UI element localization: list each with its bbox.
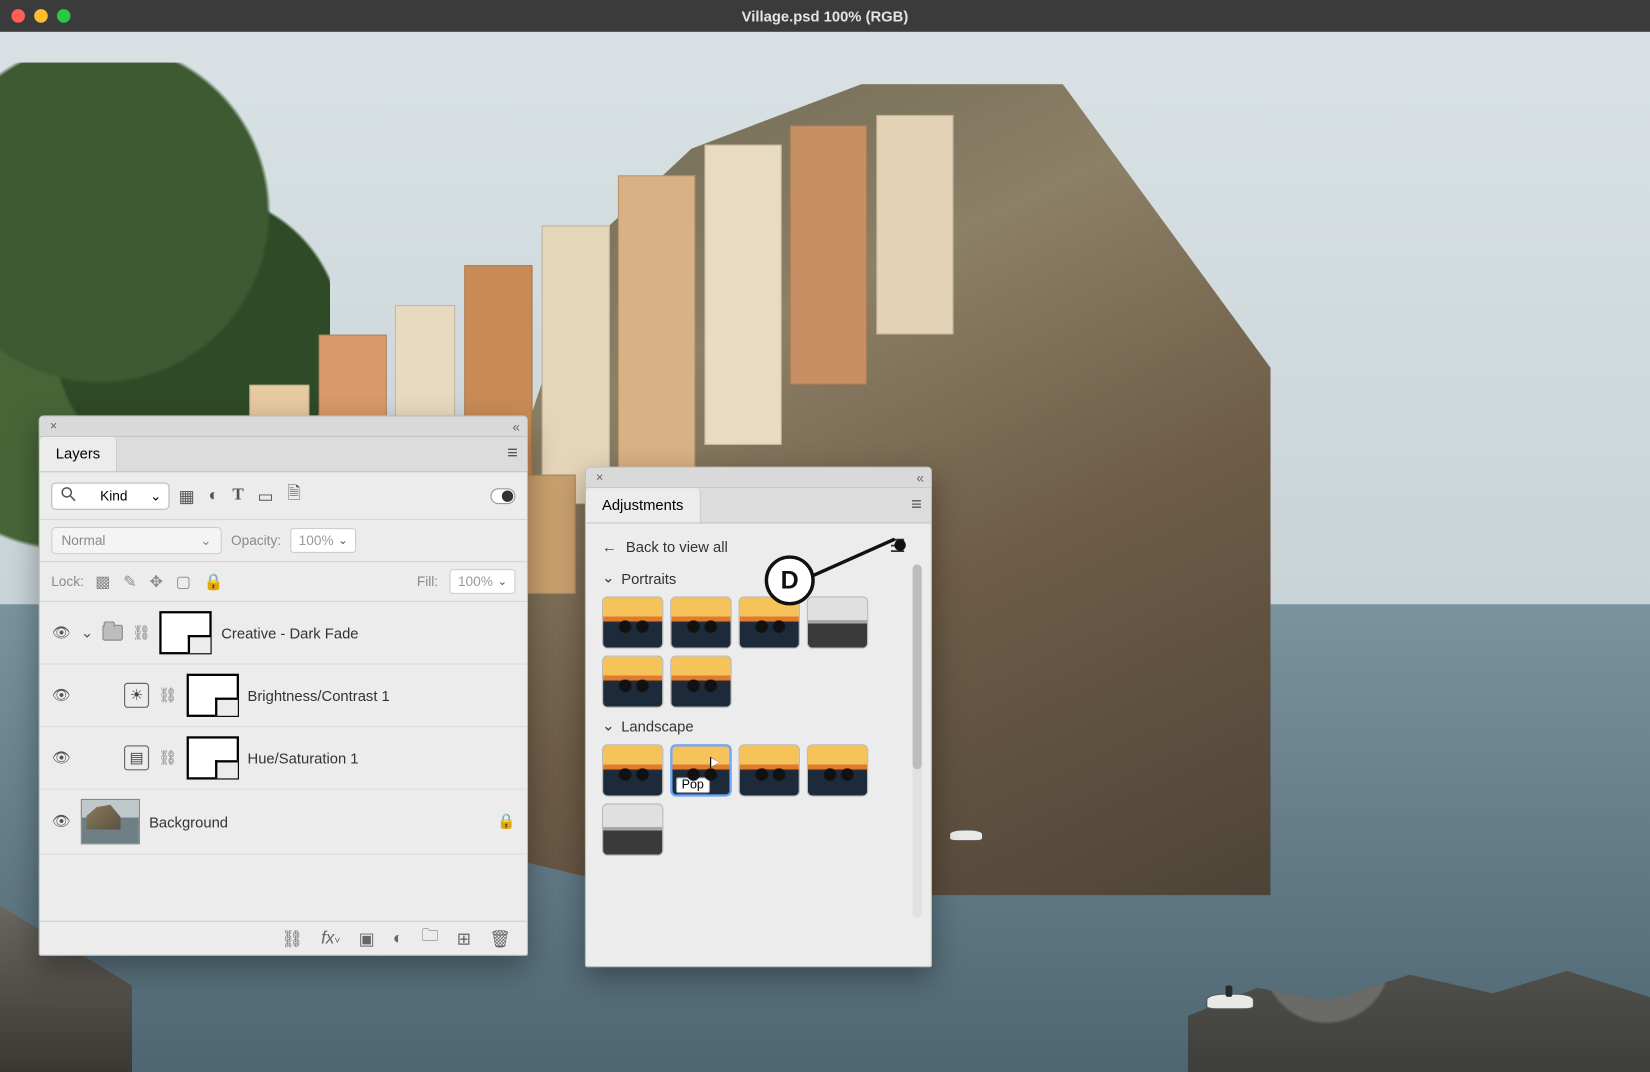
lock-label: Lock: (51, 574, 84, 590)
layers-panel[interactable]: × « Layers ≡ Kind ⌄ ▦ ◐ T ▭ 🗎 (39, 415, 528, 956)
callout-badge: D (765, 555, 815, 605)
layer-mask-thumb[interactable] (160, 611, 212, 654)
blend-mode-select[interactable]: Normal ⌄ (51, 527, 222, 554)
scrollbar[interactable] (913, 564, 922, 917)
opacity-input[interactable]: 100%⌄ (290, 528, 356, 553)
adjustments-panel[interactable]: × « Adjustments ≡ ← Back to view all ☰ ⌄… (585, 467, 932, 968)
new-group-icon[interactable]: 🗀 (421, 924, 438, 952)
preset-section-header[interactable]: ⌄ Landscape (602, 717, 906, 735)
layer-row-group[interactable]: 👁 ⌄ ⛓ Creative - Dark Fade (40, 602, 527, 665)
cursor-icon (710, 757, 719, 768)
lock-all-icon[interactable]: 🔒 (204, 572, 224, 590)
layers-footer: ⛓ fx˅ ▣ ◐ 🗀 ⊞ 🗑 (40, 921, 527, 955)
panel-menu-icon[interactable]: ≡ (498, 439, 527, 469)
layer-name[interactable]: Background (149, 813, 228, 830)
new-layer-icon[interactable]: ⊞ (457, 928, 471, 948)
fill-label: Fill: (417, 574, 438, 590)
layer-mask-thumb[interactable] (186, 674, 238, 717)
lock-transparent-icon[interactable]: ▩ (95, 572, 110, 590)
link-layers-icon[interactable]: ⛓ (281, 928, 303, 948)
layer-mask-thumb[interactable] (186, 736, 238, 779)
layer-row-adjustment[interactable]: 👁 ▤ ⛓ Hue/Saturation 1 (40, 727, 527, 790)
visibility-icon[interactable]: 👁 (51, 749, 71, 767)
link-icon: ⛓ (158, 686, 177, 704)
filter-smartobject-icon[interactable]: 🗎 (287, 481, 301, 509)
layer-filter-kind-select[interactable]: Kind ⌄ (51, 482, 169, 509)
fill-input[interactable]: 100%⌄ (449, 569, 515, 594)
preset-thumb[interactable] (670, 655, 731, 707)
collapse-icon[interactable]: « (512, 418, 520, 434)
link-icon: ⛓ (158, 749, 177, 767)
add-mask-icon[interactable]: ▣ (359, 928, 375, 948)
search-icon (59, 485, 77, 507)
filter-type-icon[interactable]: T (232, 486, 243, 505)
chevron-down-icon: ⌄ (338, 534, 348, 547)
opacity-label: Opacity: (231, 533, 281, 549)
preset-grid-landscape: Pop (602, 744, 906, 856)
collapse-icon[interactable]: « (916, 469, 924, 485)
lock-position-icon[interactable]: ✥ (149, 572, 162, 590)
lock-icon[interactable]: 🔒 (497, 813, 515, 831)
visibility-icon[interactable]: 👁 (51, 624, 71, 642)
link-icon: ⛓ (132, 624, 151, 642)
layer-thumb[interactable] (81, 799, 140, 845)
visibility-icon[interactable]: 👁 (51, 686, 71, 704)
layer-list: 👁 ⌄ ⛓ Creative - Dark Fade 👁 ☀ ⛓ Brightn… (40, 602, 527, 921)
preset-thumb[interactable] (602, 655, 663, 707)
window-titlebar: Village.psd 100% (RGB) (0, 0, 1650, 32)
huesat-icon: ▤ (124, 745, 149, 770)
layer-name[interactable]: Brightness/Contrast 1 (248, 687, 390, 704)
lock-artboard-icon[interactable]: ▢ (176, 572, 191, 590)
chevron-down-icon: ⌄ (497, 575, 507, 588)
new-adjustment-icon[interactable]: ◐ (393, 929, 403, 948)
preset-thumb[interactable] (807, 596, 868, 648)
panel-menu-icon[interactable]: ≡ (902, 490, 931, 520)
preset-thumb[interactable] (602, 803, 663, 855)
brightness-icon: ☀ (124, 683, 149, 708)
layer-name[interactable]: Hue/Saturation 1 (248, 749, 359, 766)
arrow-left-icon: ← (602, 538, 617, 555)
layer-name[interactable]: Creative - Dark Fade (221, 624, 358, 641)
layer-filter-row: Kind ⌄ ▦ ◐ T ▭ 🗎 (40, 472, 527, 520)
filter-shape-icon[interactable]: ▭ (257, 485, 273, 505)
preset-thumb[interactable] (807, 744, 868, 796)
layer-row-adjustment[interactable]: 👁 ☀ ⛓ Brightness/Contrast 1 (40, 665, 527, 728)
preset-thumb[interactable] (602, 596, 663, 648)
tab-layers[interactable]: Layers (40, 437, 117, 471)
chevron-down-icon: ⌄ (602, 569, 614, 587)
tab-adjustments[interactable]: Adjustments (586, 488, 700, 522)
delete-layer-icon[interactable]: 🗑 (489, 928, 511, 948)
preset-thumb-selected[interactable]: Pop (670, 744, 731, 796)
close-icon[interactable]: × (47, 419, 61, 433)
layer-row-background[interactable]: 👁 Background 🔒 (40, 790, 527, 855)
filter-toggle[interactable] (490, 488, 515, 504)
lock-pixels-icon[interactable]: ✎ (123, 572, 136, 590)
preset-section-header[interactable]: ⌄ Portraits (602, 569, 906, 587)
chevron-down-icon: ⌄ (150, 488, 161, 504)
close-icon[interactable]: × (593, 471, 607, 485)
window-title: Village.psd 100% (RGB) (0, 7, 1650, 24)
chevron-down-icon: ⌄ (602, 717, 614, 735)
preset-thumb[interactable] (739, 744, 800, 796)
chevron-down-icon[interactable]: ⌄ (81, 624, 93, 642)
filter-adjustment-icon[interactable]: ◐ (208, 486, 218, 505)
layer-style-icon[interactable]: fx˅ (321, 929, 340, 948)
preset-thumb[interactable] (670, 596, 731, 648)
folder-icon (102, 625, 122, 641)
filter-pixel-icon[interactable]: ▦ (179, 485, 195, 505)
preset-tooltip: Pop (676, 777, 710, 793)
callout-anchor-dot (894, 539, 905, 550)
chevron-down-icon: ⌄ (200, 533, 211, 549)
preset-grid-portraits (602, 596, 906, 708)
visibility-icon[interactable]: 👁 (51, 813, 71, 831)
preset-thumb[interactable] (602, 744, 663, 796)
